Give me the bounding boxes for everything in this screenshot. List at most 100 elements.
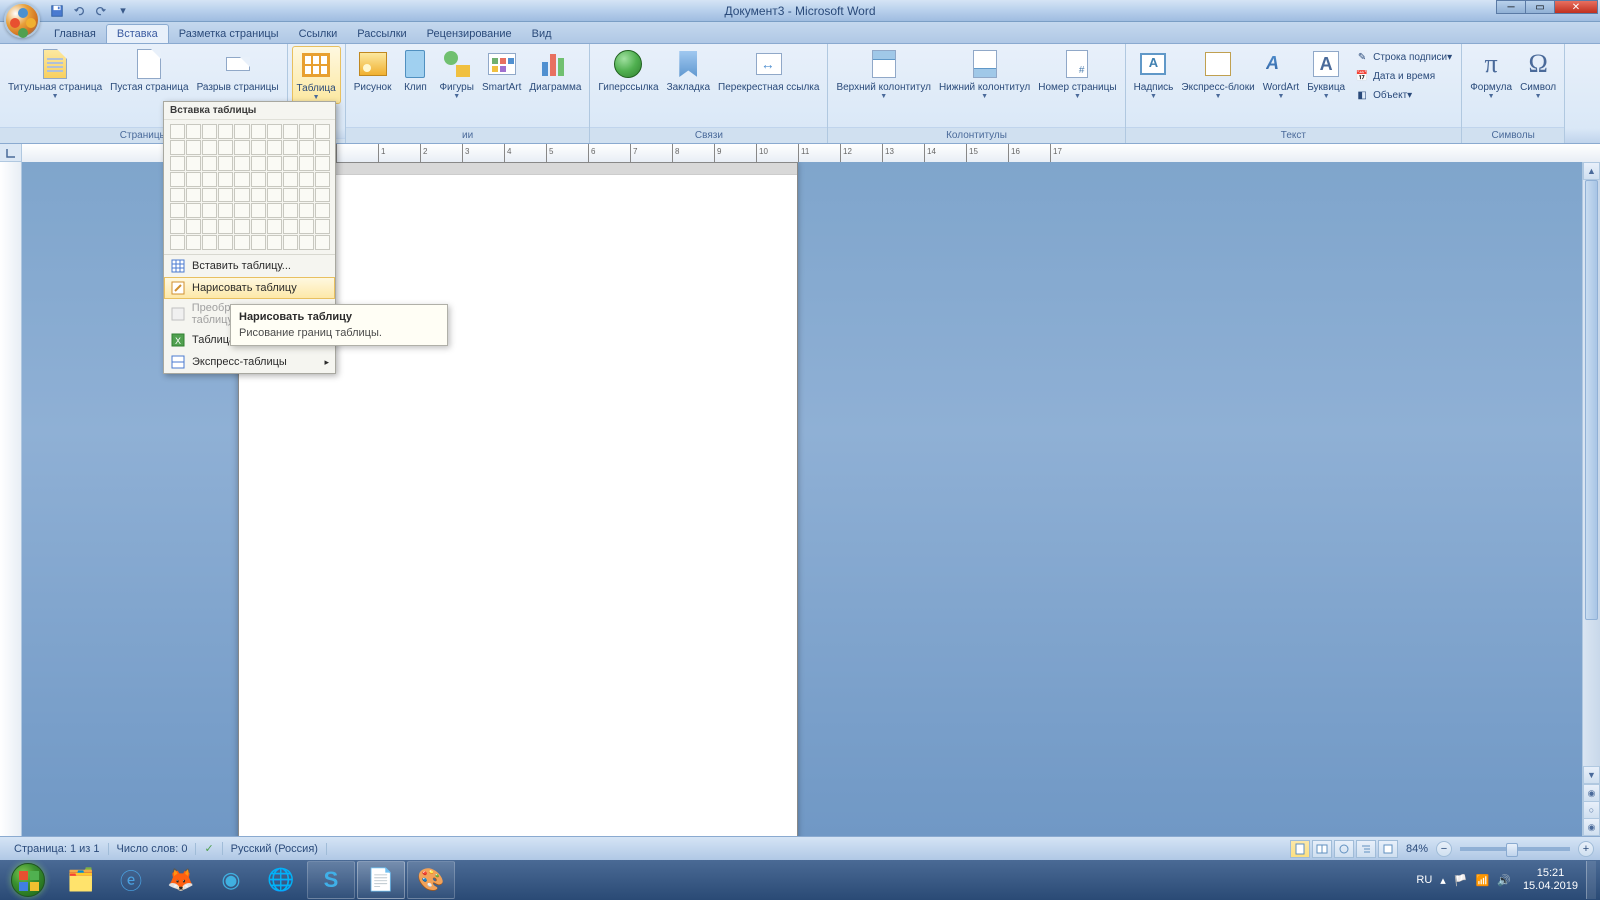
quickparts-button[interactable]: Экспресс-блоки▼ (1177, 46, 1258, 102)
start-button[interactable] (0, 860, 56, 900)
app-icon: ◉ (216, 865, 246, 895)
footer-button[interactable]: Нижний колонтитул▼ (935, 46, 1034, 102)
wordart-button[interactable]: AWordArt▼ (1259, 46, 1304, 102)
fullscreen-reading-view[interactable] (1312, 840, 1332, 858)
smartart-icon (486, 48, 518, 80)
table-button[interactable]: Таблица▼ (292, 46, 341, 104)
blank-page-button[interactable]: Пустая страница (106, 46, 192, 95)
taskbar-firefox[interactable]: 🦊 (157, 861, 205, 899)
print-layout-view[interactable] (1290, 840, 1310, 858)
smartart-button[interactable]: SmartArt (478, 46, 525, 95)
word-count[interactable]: Число слов: 0 (109, 843, 197, 855)
clipart-icon (399, 48, 431, 80)
taskbar-skype[interactable]: S (307, 861, 355, 899)
next-page-button[interactable]: ◉ (1583, 818, 1600, 836)
outline-view[interactable] (1356, 840, 1376, 858)
clipart-button[interactable]: Клип (395, 46, 435, 95)
shapes-button[interactable]: Фигуры▼ (435, 46, 477, 102)
tab-references[interactable]: Ссылки (289, 25, 348, 43)
group-links: Гиперссылка Закладка Перекрестная ссылка… (590, 44, 828, 143)
crossref-icon (753, 48, 785, 80)
spellcheck-button[interactable]: ✓ (196, 842, 222, 855)
taskbar-word[interactable]: 📄 (357, 861, 405, 899)
zoom-slider[interactable] (1460, 847, 1570, 851)
language-button[interactable]: Русский (Россия) (223, 843, 327, 855)
zoom-level[interactable]: 84% (1400, 843, 1434, 855)
object-button[interactable]: ◧Объект ▾ (1351, 86, 1455, 104)
taskbar-chrome[interactable]: 🌐 (257, 861, 305, 899)
textbox-button[interactable]: Надпись▼ (1130, 46, 1178, 102)
minimize-button[interactable]: ─ (1496, 0, 1526, 14)
close-button[interactable]: ✕ (1554, 0, 1598, 14)
date-time-button[interactable]: 📅Дата и время (1351, 67, 1455, 85)
tray-clock[interactable]: 15:2115.04.2019 (1515, 867, 1586, 893)
signature-line-button[interactable]: ✎Строка подписи ▾ (1351, 48, 1455, 66)
taskbar-paint[interactable]: 🎨 (407, 861, 455, 899)
tray-flag-icon[interactable]: 🏳️ (1450, 874, 1472, 887)
taskbar-ie[interactable]: ⓔ (107, 861, 155, 899)
tab-selector[interactable] (0, 144, 22, 161)
office-button[interactable] (4, 2, 40, 38)
tray-network-icon[interactable]: 📶 (1472, 874, 1494, 887)
taskbar-app-blue[interactable]: ◉ (207, 861, 255, 899)
redo-icon[interactable] (92, 2, 110, 20)
ie-icon: ⓔ (116, 865, 146, 895)
hyperlink-button[interactable]: Гиперссылка (594, 46, 662, 95)
vertical-scrollbar[interactable]: ▲ ▼ ◉ ○ ◉ (1582, 162, 1600, 836)
chevron-down-icon: ▼ (1535, 93, 1542, 100)
chevron-down-icon: ▼ (1215, 93, 1222, 100)
web-layout-view[interactable] (1334, 840, 1354, 858)
cover-page-button[interactable]: Титульная страница▼ (4, 46, 106, 102)
tab-review[interactable]: Рецензирование (417, 25, 522, 43)
symbol-button[interactable]: ΩСимвол▼ (1516, 46, 1560, 102)
tab-insert[interactable]: Вставка (106, 24, 169, 43)
tab-view[interactable]: Вид (522, 25, 562, 43)
save-icon[interactable] (48, 2, 66, 20)
cover-page-icon (39, 48, 71, 80)
tray-show-hidden[interactable]: ▴ (1436, 874, 1450, 887)
equation-button[interactable]: πФормула▼ (1466, 46, 1516, 102)
scroll-up-button[interactable]: ▲ (1583, 162, 1600, 180)
chevron-down-icon: ▼ (1150, 93, 1157, 100)
qat-customize-icon[interactable]: ▾ (114, 2, 132, 20)
chart-icon (539, 48, 571, 80)
chart-button[interactable]: Диаграмма (525, 46, 585, 95)
insert-table-item[interactable]: Вставить таблицу... (164, 255, 335, 277)
picture-button[interactable]: Рисунок (350, 46, 396, 95)
folder-icon: 🗂️ (66, 865, 96, 895)
crossref-button[interactable]: Перекрестная ссылка (714, 46, 823, 95)
table-size-grid[interactable] (164, 120, 335, 254)
header-button[interactable]: Верхний колонтитул▼ (832, 46, 935, 102)
tray-volume-icon[interactable]: 🔊 (1493, 874, 1515, 887)
scroll-down-button[interactable]: ▼ (1583, 766, 1600, 784)
bookmark-button[interactable]: Закладка (663, 46, 714, 95)
windows-taskbar: 🗂️ ⓔ 🦊 ◉ 🌐 S 📄 🎨 RU ▴ 🏳️ 📶 🔊 15:2115.04.… (0, 860, 1600, 900)
page-number-button[interactable]: Номер страницы▼ (1034, 46, 1120, 102)
draw-table-item[interactable]: Нарисовать таблицу (164, 277, 335, 299)
vertical-ruler[interactable] (0, 162, 22, 836)
prev-page-button[interactable]: ◉ (1583, 784, 1600, 802)
tab-home[interactable]: Главная (44, 25, 106, 43)
page-count[interactable]: Страница: 1 из 1 (6, 843, 109, 855)
tooltip-title: Нарисовать таблицу (239, 311, 439, 323)
undo-icon[interactable] (70, 2, 88, 20)
zoom-out-button[interactable]: − (1436, 841, 1452, 857)
browse-object-button[interactable]: ○ (1583, 801, 1600, 819)
window-title: Документ3 - Microsoft Word (724, 4, 875, 18)
quick-tables-item[interactable]: Экспресс-таблицы▸ (164, 351, 335, 373)
zoom-in-button[interactable]: + (1578, 841, 1594, 857)
show-desktop-button[interactable] (1586, 861, 1596, 899)
scroll-thumb[interactable] (1585, 180, 1598, 620)
tab-page-layout[interactable]: Разметка страницы (169, 25, 289, 43)
tray-language[interactable]: RU (1412, 874, 1436, 886)
blank-page-icon (133, 48, 165, 80)
tab-mailings[interactable]: Рассылки (347, 25, 416, 43)
title-bar: ▾ Документ3 - Microsoft Word ─ ▭ ✕ (0, 0, 1600, 22)
draft-view[interactable] (1378, 840, 1398, 858)
maximize-button[interactable]: ▭ (1525, 0, 1555, 14)
dropcap-button[interactable]: AБуквица▼ (1303, 46, 1349, 102)
chevron-down-icon: ▼ (1074, 93, 1081, 100)
chevron-down-icon: ▼ (453, 93, 460, 100)
taskbar-explorer[interactable]: 🗂️ (57, 861, 105, 899)
page-break-button[interactable]: Разрыв страницы (193, 46, 283, 95)
